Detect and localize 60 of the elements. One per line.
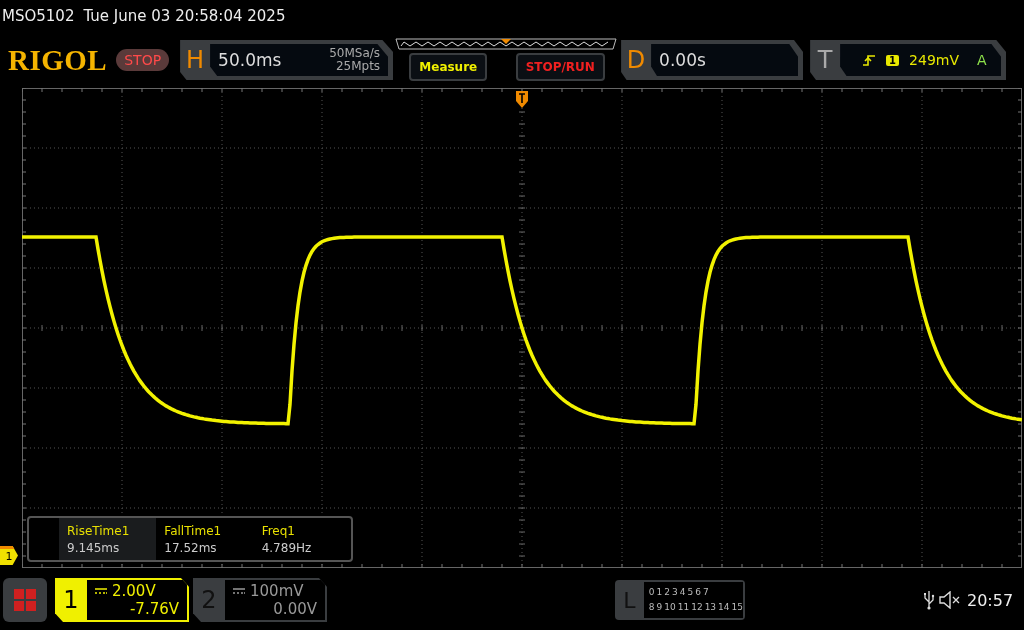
logic-channel-number: 2 [664, 586, 670, 599]
delay-panel[interactable]: D 0.00s [621, 40, 804, 80]
logic-channel-number: 15 [731, 601, 743, 614]
logic-channel-number: 1 [656, 586, 663, 599]
dc-coupling-icon [95, 588, 107, 594]
memory-depth: 25Mpts [335, 60, 381, 73]
trigger-level: 249mV [909, 52, 959, 68]
channel-offset: 0.00V [273, 600, 317, 618]
clock: 20:57 [967, 590, 1014, 610]
delay-label: D [625, 46, 647, 74]
trigger-panel[interactable]: T 1 249mV A [810, 40, 1007, 80]
date-time: Tue June 03 20:58:04 2025 [83, 7, 286, 25]
measurement-name: FallTime1 [164, 523, 223, 538]
menu-button[interactable] [3, 578, 47, 622]
channel-offset: -7.76V [129, 600, 179, 618]
measurement-value: 4.789Hz [261, 540, 313, 555]
logic-channel-number: 4 [679, 586, 686, 599]
timebase-value: 50.0ms [218, 50, 282, 70]
stop-run-button[interactable]: STOP/RUN [515, 53, 605, 81]
brand-logo: RIGOL [8, 43, 108, 77]
dc-coupling-icon [233, 588, 245, 594]
usb-icon [923, 590, 935, 610]
run-state-badge: STOP [116, 49, 170, 71]
channel-offset-marker[interactable]: 1 [0, 546, 18, 565]
channel-scale: 2.00V [112, 582, 156, 600]
logic-channel-number: 3 [672, 586, 678, 599]
measurement-value: 9.145ms [67, 540, 121, 555]
logic-channel-number: 7 [702, 586, 709, 599]
sample-rate: 50MSa/s [329, 47, 381, 60]
channel-number: 1 [62, 585, 80, 616]
horizontal-label: H [185, 46, 206, 74]
measurement-item[interactable]: RiseTime1 9.145ms [59, 518, 157, 560]
logic-channel-number: 6 [695, 586, 701, 599]
rising-edge-icon [862, 53, 877, 67]
trigger-position-marker-icon[interactable] [516, 91, 528, 109]
logic-channel-number: 10 [664, 601, 676, 614]
trigger-label: T [816, 46, 834, 74]
measurement-item[interactable]: FallTime1 17.52ms [156, 518, 254, 560]
logic-channel-number: 9 [656, 601, 663, 614]
measurement-value: 17.52ms [164, 540, 218, 555]
logic-channel-number: 11 [677, 601, 690, 614]
trigger-source-badge: 1 [886, 54, 900, 66]
measurement-name: RiseTime1 [67, 523, 131, 538]
logic-channel-number: 14 [718, 601, 730, 614]
measure-button[interactable]: Measure [409, 53, 488, 81]
horizontal-panel[interactable]: H 50.0ms 50MSa/s 25Mpts [180, 40, 394, 80]
measurement-name: Freq1 [261, 523, 296, 538]
logic-channel-number: 13 [704, 601, 717, 614]
channel-panel[interactable]: 1 2.00V -7.76V [55, 578, 189, 622]
logic-channel-number: 5 [687, 586, 694, 599]
channel-scale: 100mV [250, 582, 304, 600]
logic-channel-number: 0 [648, 586, 655, 599]
logic-channel-number: 8 [648, 601, 655, 614]
model-name: MSO5102 [2, 7, 75, 25]
grid-icon [14, 589, 36, 611]
muted-speaker-icon[interactable] [939, 591, 961, 609]
logic-channel-number: 12 [691, 601, 703, 614]
delay-value: 0.00s [659, 50, 706, 70]
trigger-mode: A [977, 52, 987, 68]
measurement-item[interactable]: Freq1 4.789Hz [253, 518, 351, 560]
